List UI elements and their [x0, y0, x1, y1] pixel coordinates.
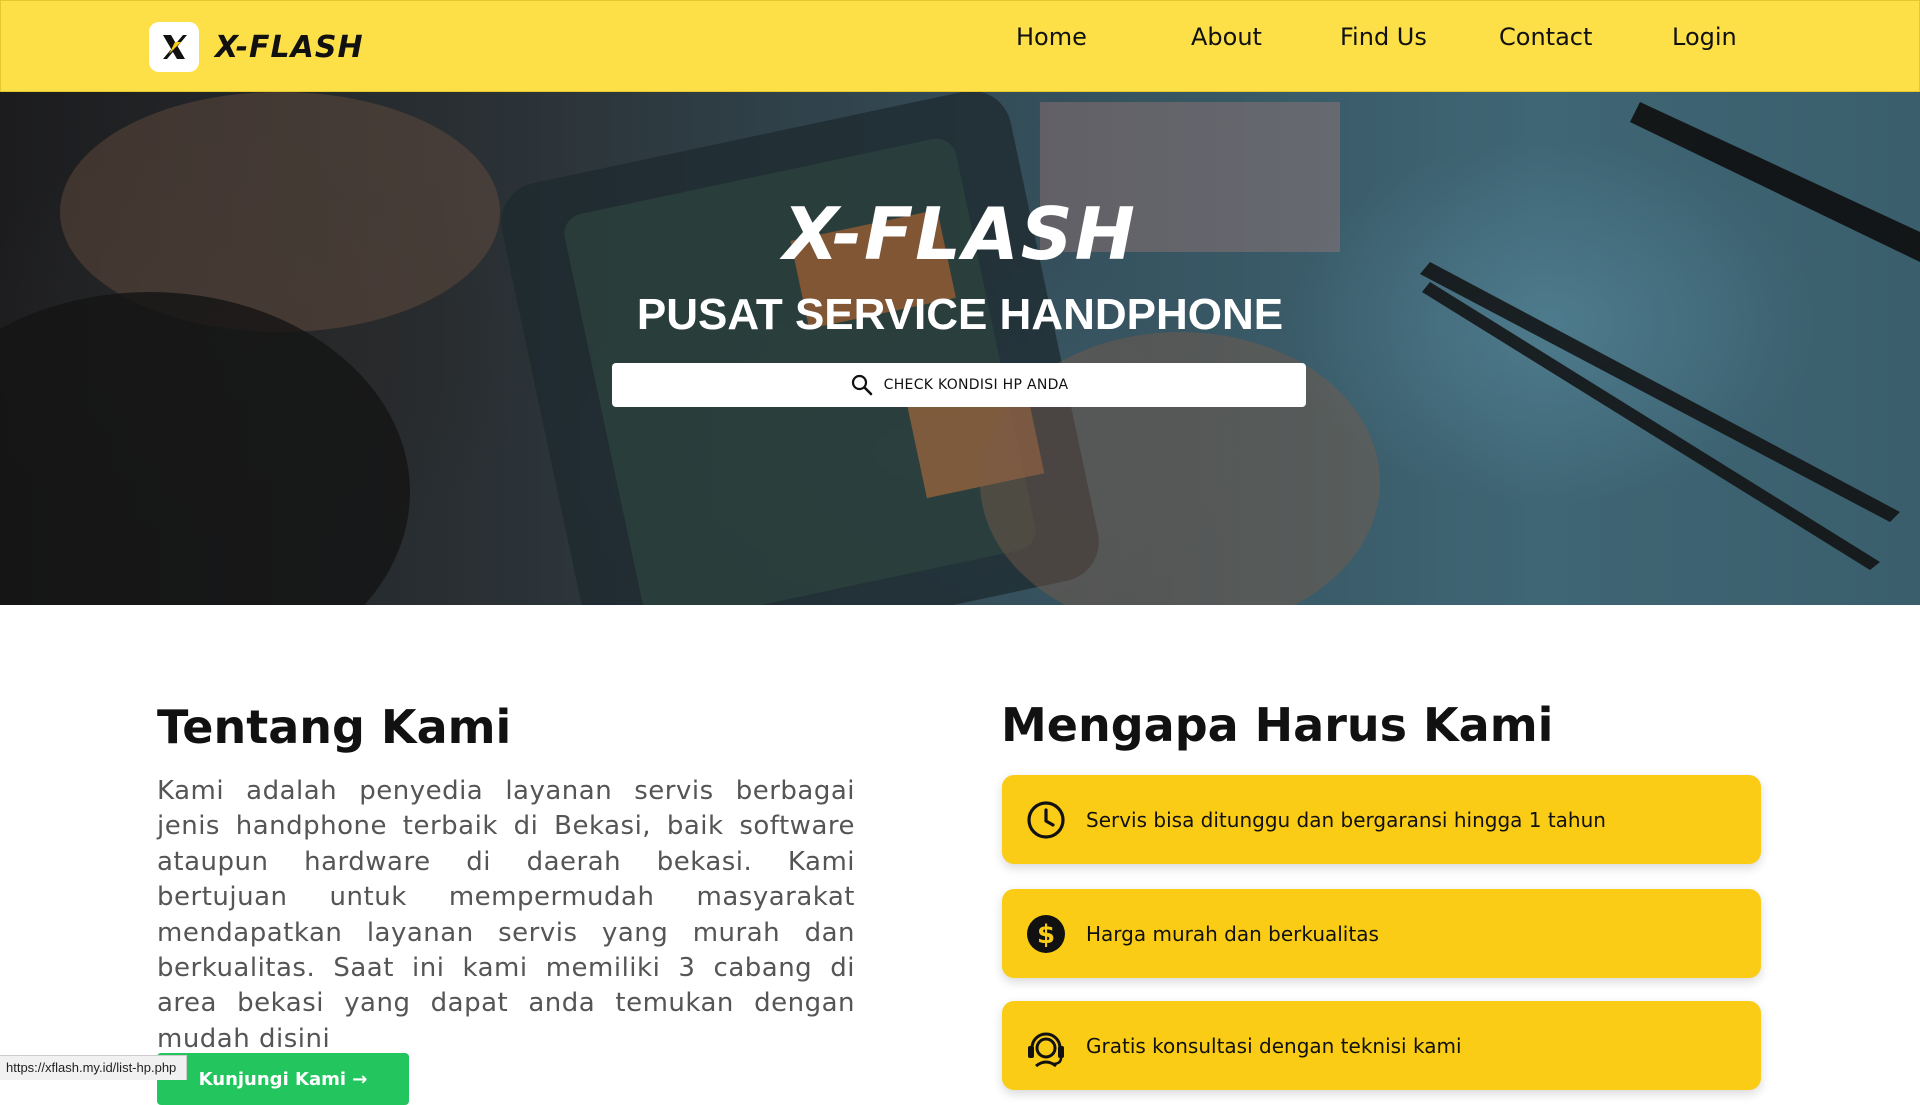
why-card-text: Gratis konsultasi dengan teknisi kami [1086, 1033, 1462, 1058]
dollar-icon: $ [1024, 912, 1068, 956]
brand-name: X-FLASH [215, 29, 364, 65]
check-condition-button[interactable]: CHECK KONDISI HP ANDA [612, 363, 1306, 407]
about-title: Tentang Kami [157, 700, 512, 754]
hero-title: X-FLASH [783, 192, 1137, 276]
why-card-price: $ Harga murah dan berkualitas [1002, 889, 1761, 978]
why-title: Mengapa Harus Kami [1001, 698, 1554, 752]
headset-icon [1024, 1024, 1068, 1068]
why-card-text: Harga murah dan berkualitas [1086, 921, 1379, 946]
nav-contact[interactable]: Contact [1499, 23, 1592, 51]
why-card-consultation: Gratis konsultasi dengan teknisi kami [1002, 1001, 1761, 1090]
svg-text:$: $ [1037, 920, 1055, 950]
about-text: Kami adalah penyedia layanan servis berb… [157, 776, 855, 1054]
brand-logo-icon [149, 22, 199, 72]
brand[interactable]: X-FLASH [149, 22, 364, 72]
nav-about[interactable]: About [1191, 23, 1262, 51]
navbar: X-FLASH Home About Find Us Contact Login [0, 0, 1920, 92]
visit-us-button[interactable]: Kunjungi Kami → [157, 1053, 409, 1105]
nav-home[interactable]: Home [1016, 23, 1087, 51]
check-condition-label: CHECK KONDISI HP ANDA [883, 377, 1069, 393]
hero-banner: X-FLASH PUSAT SERVICE HANDPHONE CHECK KO… [0, 92, 1920, 605]
why-card-text: Servis bisa ditunggu dan bergaransi hing… [1086, 807, 1606, 832]
clock-icon [1024, 798, 1068, 842]
nav-login[interactable]: Login [1672, 23, 1737, 51]
search-icon [851, 374, 872, 396]
why-card-warranty: Servis bisa ditunggu dan bergaransi hing… [1002, 775, 1761, 864]
status-bar-url: https://xflash.my.id/list-hp.php [0, 1055, 188, 1080]
hero-background-image [0, 92, 1920, 605]
nav-find-us[interactable]: Find Us [1340, 23, 1427, 51]
hero-subtitle: PUSAT SERVICE HANDPHONE [636, 290, 1284, 339]
